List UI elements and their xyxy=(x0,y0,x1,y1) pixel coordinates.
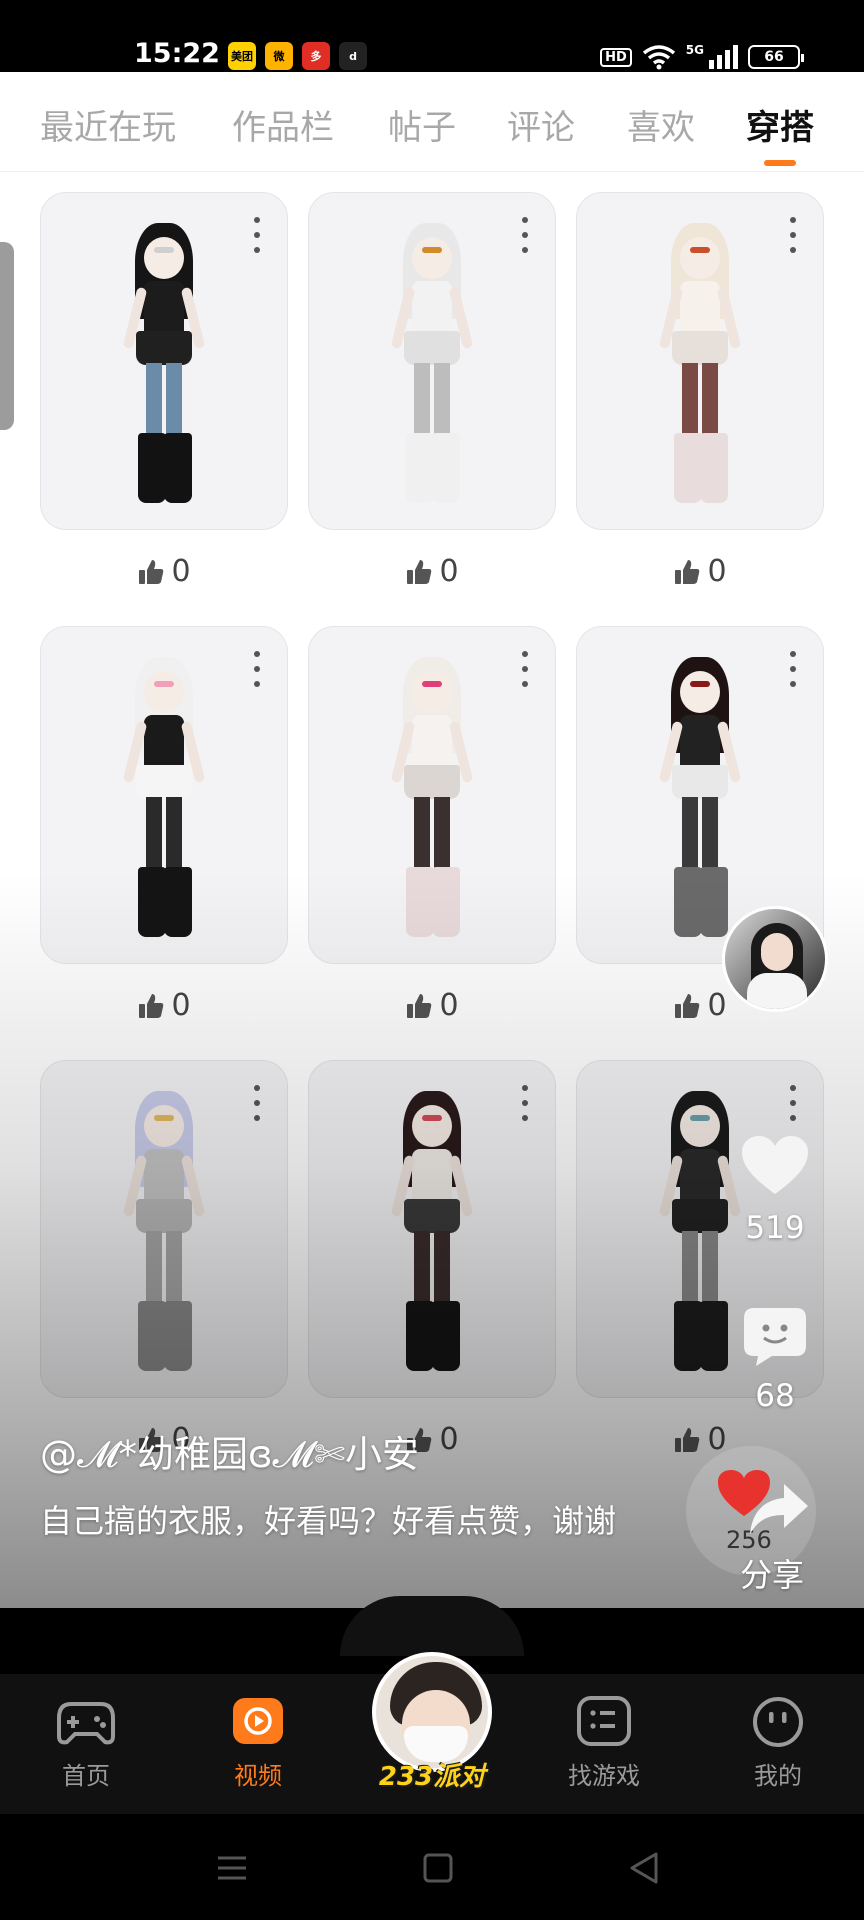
more-options-icon[interactable] xyxy=(253,1085,261,1121)
nav-find-games-label: 找游戏 xyxy=(568,1762,640,1790)
status-indicators: HD 5G 66 xyxy=(600,43,804,70)
meituan-icon: 美团 xyxy=(228,42,256,70)
nav-video-label: 视频 xyxy=(234,1762,282,1790)
outfit-like-count: 0 xyxy=(171,988,191,1023)
douyin-icon: d xyxy=(339,42,367,70)
more-options-icon[interactable] xyxy=(253,651,261,687)
like-count: 519 xyxy=(745,1210,805,1246)
outfit-thumbnail[interactable] xyxy=(40,626,288,964)
more-options-icon[interactable] xyxy=(521,651,529,687)
tab-works[interactable]: 作品栏 xyxy=(232,100,334,149)
outfit-figure xyxy=(640,657,760,957)
pinduoduo-icon: 多 xyxy=(302,42,330,70)
video-play-icon xyxy=(233,1698,283,1744)
nav-me-label: 我的 xyxy=(754,1762,802,1790)
more-options-icon[interactable] xyxy=(789,1085,797,1121)
signal-icon xyxy=(709,45,738,69)
back-icon[interactable] xyxy=(626,1850,662,1886)
more-options-icon[interactable] xyxy=(521,1085,529,1121)
share-label[interactable]: 分享 xyxy=(740,1550,804,1596)
weibo-icon: 微 xyxy=(265,42,293,70)
more-options-icon[interactable] xyxy=(789,217,797,253)
hd-icon: HD xyxy=(600,47,632,67)
outfit-like-button[interactable]: 0 xyxy=(576,1422,824,1457)
notification-icons: 美团微多 d xyxy=(228,42,367,70)
outfit-figure xyxy=(104,657,224,957)
outfit-thumbnail[interactable] xyxy=(308,626,556,964)
thumbs-up-icon xyxy=(407,559,432,584)
menu-icon[interactable] xyxy=(214,1850,250,1886)
nav-home-label: 首页 xyxy=(62,1762,110,1790)
nav-find-games[interactable]: 找游戏 xyxy=(544,1696,664,1791)
thumbs-up-icon xyxy=(139,993,164,1018)
nav-video[interactable]: 视频 xyxy=(198,1696,318,1791)
outfit-like-count: 0 xyxy=(707,988,727,1023)
video-description: 自己搞的衣服，好看吗？好看点赞，谢谢 xyxy=(40,1502,617,1540)
party-label[interactable]: 233派对 xyxy=(370,1756,494,1793)
status-bar: 15:22 美团微多 d HD 5G 66 xyxy=(0,0,864,72)
active-tab-indicator xyxy=(764,160,796,166)
comment-action[interactable]: 68 xyxy=(720,1306,830,1414)
battery-level: 66 xyxy=(764,49,784,65)
tab-comments[interactable]: 评论 xyxy=(507,100,575,149)
outfit-figure xyxy=(372,223,492,523)
outfit-like-count: 0 xyxy=(171,554,191,589)
outfit-thumbnail[interactable] xyxy=(40,192,288,530)
thumbs-up-icon xyxy=(675,993,700,1018)
nav-me[interactable]: 我的 xyxy=(718,1696,838,1791)
party-avatar[interactable] xyxy=(372,1652,492,1772)
thumbs-up-icon xyxy=(139,559,164,584)
share-icon xyxy=(750,1484,808,1534)
outfit-like-button[interactable]: 0 xyxy=(40,554,288,589)
outfit-like-count: 0 xyxy=(439,988,459,1023)
more-options-icon[interactable] xyxy=(789,651,797,687)
more-options-icon[interactable] xyxy=(253,217,261,253)
outfit-figure xyxy=(104,1091,224,1391)
outfit-like-button[interactable]: 0 xyxy=(576,554,824,589)
author-avatar[interactable] xyxy=(722,906,828,1012)
like-action[interactable]: 519 xyxy=(720,1134,830,1246)
outfit-figure xyxy=(640,223,760,523)
home-icon[interactable] xyxy=(420,1850,456,1886)
tab-outfits[interactable]: 穿搭 xyxy=(746,100,814,149)
more-options-icon[interactable] xyxy=(521,217,529,253)
wifi-icon xyxy=(642,45,675,70)
comment-icon xyxy=(744,1308,806,1366)
outfit-thumbnail[interactable] xyxy=(40,1060,288,1398)
network-type: 5G xyxy=(685,43,704,57)
outfit-like-button[interactable]: 0 xyxy=(308,554,556,589)
game-list-icon xyxy=(577,1696,631,1746)
thumbs-up-icon xyxy=(675,1427,700,1452)
nav-home[interactable]: 首页 xyxy=(26,1696,146,1791)
outfit-figure xyxy=(372,657,492,957)
outfit-figure xyxy=(104,223,224,523)
tab-recently-played[interactable]: 最近在玩 xyxy=(40,100,176,149)
outfit-like-button[interactable]: 0 xyxy=(40,988,288,1023)
gamepad-icon xyxy=(57,1702,115,1745)
tab-likes[interactable]: 喜欢 xyxy=(627,100,695,149)
thumbs-up-icon xyxy=(407,993,432,1018)
outfit-like-count: 0 xyxy=(439,1422,459,1457)
outfit-like-count: 0 xyxy=(707,554,727,589)
system-nav-bar xyxy=(0,1814,864,1920)
outfit-thumbnail[interactable] xyxy=(576,192,824,530)
outfit-figure xyxy=(372,1091,492,1391)
battery-icon: 66 xyxy=(748,45,804,69)
outfit-thumbnail[interactable] xyxy=(308,1060,556,1398)
thumbs-up-icon xyxy=(675,559,700,584)
author-username[interactable]: @𝓜*幼稚园ɞ𝓜✄小安 xyxy=(40,1424,419,1478)
profile-tabs: 最近在玩 作品栏 帖子 评论 喜欢 穿搭 xyxy=(0,72,864,172)
comment-count: 68 xyxy=(755,1378,795,1414)
heart-icon xyxy=(742,1136,808,1194)
status-time: 15:22 xyxy=(134,38,220,69)
face-icon xyxy=(753,1697,803,1747)
tab-posts[interactable]: 帖子 xyxy=(388,100,456,149)
outfit-thumbnail[interactable] xyxy=(308,192,556,530)
side-drawer-handle[interactable] xyxy=(0,242,14,430)
bottom-nav-bump xyxy=(340,1596,524,1656)
outfit-like-count: 0 xyxy=(439,554,459,589)
outfit-like-button[interactable]: 0 xyxy=(308,988,556,1023)
